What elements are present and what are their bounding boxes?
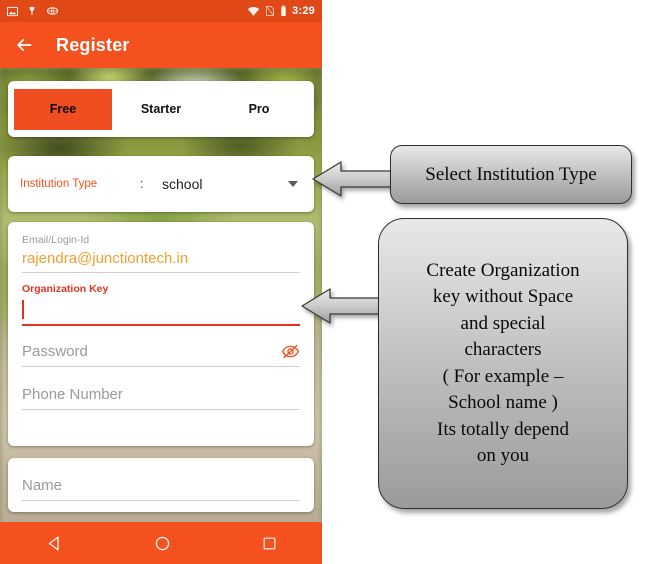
callout-1-text: Select Institution Type (425, 164, 597, 185)
callout-select-institution-type: Select Institution Type (390, 145, 632, 204)
annotation-layer: Select Institution Type Create Organizat… (0, 0, 651, 564)
callout-organization-key-help: Create Organization key without Space and … (378, 218, 628, 509)
callout-2-text: Create Organization key without Space and … (426, 259, 580, 467)
callout-2-left-arrow-icon (301, 288, 383, 324)
callout-1-left-arrow-icon (312, 161, 394, 197)
